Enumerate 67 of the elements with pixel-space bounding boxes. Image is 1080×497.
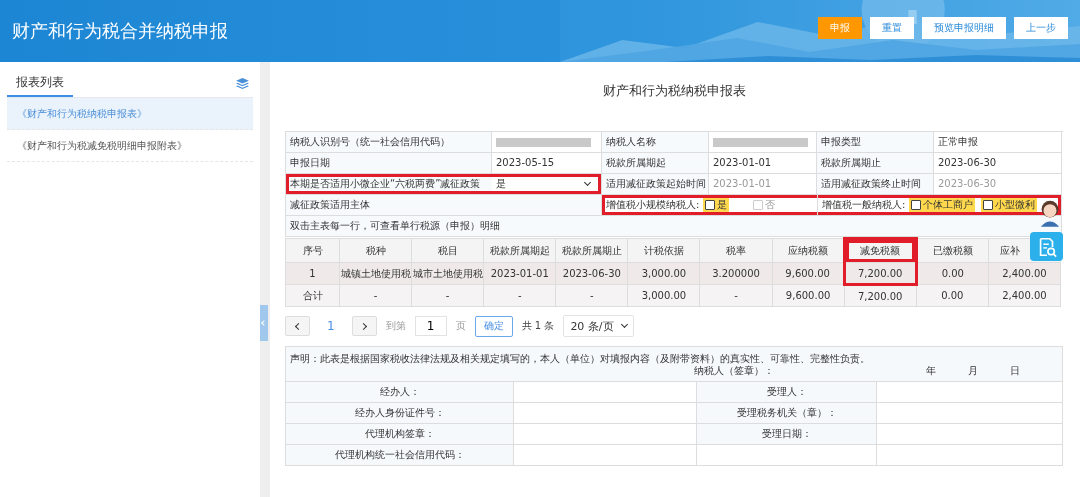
confirm-button[interactable]: 确定 (474, 315, 513, 337)
field-label: 代理机构统一社会信用代码： (286, 445, 514, 465)
sidebar-item[interactable]: 《财产和行为税纳税申报表》 (7, 98, 254, 130)
field-label: 受理人： (697, 382, 877, 402)
table-cell: 1 (285, 262, 340, 285)
toolbar-button[interactable]: 上一步 (1014, 17, 1068, 39)
column-header: 序号 (285, 238, 340, 263)
field-label: 经办人： (286, 382, 514, 402)
field-label: 代理机构签章： (286, 424, 514, 444)
signature-label: 纳税人（签章）： (694, 365, 775, 377)
sidebar-item[interactable]: 《财产和行为税减免税明细申报附表》 (7, 130, 254, 162)
field-label: 申报类型 (817, 132, 934, 153)
field-label: 减征政策适用主体 (286, 195, 602, 216)
declaration-text: 声明：此表是根据国家税收法律法规及相关规定填写的，本人（单位）对填报内容（及附带资料）的真实性、可靠性、完整性负责。 (290, 353, 871, 365)
field-label: 受理税务机关（章）： (697, 403, 877, 423)
column-header: 计税依据 (627, 238, 700, 263)
next-page-button[interactable] (351, 316, 377, 336)
date-label: 年 (926, 365, 937, 377)
field-label: 税款所属期起 (602, 153, 709, 174)
field-label: 申报日期 (286, 153, 492, 174)
column-header: 减免税额 (844, 238, 917, 263)
select-field[interactable]: 是 (492, 177, 598, 191)
column-header: 税款所属期起 (483, 238, 556, 263)
pager-label: 页 (455, 319, 466, 333)
column-header: 应纳税额 (772, 238, 845, 263)
page-number[interactable]: 1 (319, 319, 343, 333)
toolbar-button[interactable]: 预览申报明细 (922, 17, 1006, 39)
field-label: 本期是否适用小微企业“六税两费”减征政策 (289, 177, 482, 191)
field-value: 2023-06-30 (934, 153, 1062, 174)
checkbox-option[interactable]: 小型微利 (981, 198, 1038, 212)
form-title: 财产和行为税纳税申报表 (601, 82, 747, 100)
date-label: 月 (968, 365, 979, 377)
column-header: 税率 (699, 238, 773, 263)
app-title: 财产和行为税合并纳税申报 (12, 19, 228, 43)
field-label: 增值税小规模纳税人: (606, 198, 700, 212)
date-label: 日 (1010, 365, 1021, 377)
table-cell: 7,200.00 (844, 262, 917, 285)
field-value: 2023-05-15 (492, 153, 602, 174)
field-label: 增值税一般纳税人: (822, 198, 906, 212)
column-header: 税种 (339, 238, 412, 263)
layers-icon[interactable] (236, 78, 250, 89)
field-label: 纳税人识别号（统一社会信用代码） (286, 132, 492, 153)
field-value: 2023-01-01 (709, 174, 817, 195)
field-value: 2023-01-01 (709, 153, 817, 174)
field-label: 经办人身份证件号： (286, 403, 514, 423)
field-label: 适用减征政策终止时间 (817, 174, 934, 195)
column-header: 税目 (411, 238, 484, 263)
toolbar-button[interactable]: 申报 (818, 17, 862, 39)
prev-page-button[interactable] (285, 316, 310, 336)
column-header: 税款所属期止 (555, 238, 628, 263)
toolbar-button[interactable]: 重置 (870, 17, 914, 39)
table-cell: 合计 (285, 284, 340, 307)
total-count: 共 1 条 (521, 319, 555, 333)
checkbox-option[interactable]: 个体工商户 (909, 198, 976, 212)
field-label: 适用减征政策起始时间 (602, 174, 709, 195)
page-size-select[interactable]: 20 条/页 (563, 315, 634, 337)
field-label: 税款所属期止 (817, 153, 934, 174)
pager-label: 到第 (385, 319, 406, 333)
field-label: 受理日期： (697, 424, 877, 444)
checkbox-option[interactable]: 是 (703, 198, 730, 212)
field-value: 正常申报 (934, 132, 1062, 153)
column-header: 已缴税额 (916, 238, 989, 263)
table-note: 双击主表每一行，可查看单行税源（申报）明细 (286, 216, 1062, 237)
collapse-handle[interactable] (260, 305, 269, 341)
field-value: 2023-06-30 (934, 174, 1062, 195)
field-label: 纳税人名称 (602, 132, 709, 153)
page-input[interactable]: 1 (414, 316, 447, 336)
